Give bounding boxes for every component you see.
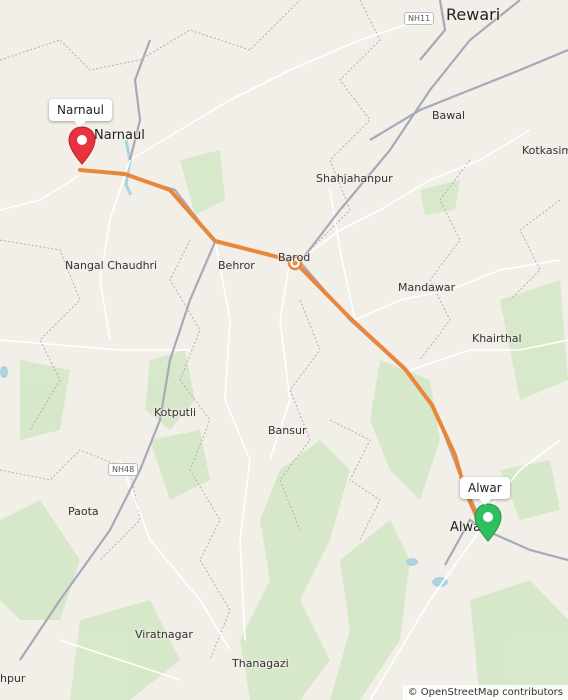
start-marker-callout: Narnaul xyxy=(49,99,112,127)
place-label-barod: Barod xyxy=(278,251,311,264)
end-marker-pin-icon[interactable] xyxy=(473,503,503,543)
map-attribution[interactable]: © OpenStreetMap contributors xyxy=(402,685,568,700)
highway-shield-nh48: NH48 xyxy=(108,463,139,476)
place-label-thanagazi: Thanagazi xyxy=(232,657,289,670)
place-label-behror: Behror xyxy=(218,259,255,272)
place-label-paota: Paota xyxy=(68,505,99,518)
highway-shield-nh11: NH11 xyxy=(404,12,435,25)
place-label-rewari: Rewari xyxy=(446,5,501,24)
place-label-kotkasim: Kotkasim xyxy=(522,144,568,157)
place-label-khairthal: Khairthal xyxy=(472,332,522,345)
start-marker-pin-icon[interactable] xyxy=(67,126,97,166)
place-label-mandawar: Mandawar xyxy=(398,281,456,294)
place-label-kotputli: Kotputli xyxy=(154,406,197,419)
place-label-bawal: Bawal xyxy=(432,109,466,122)
place-label-nangal-chaudhri: Nangal Chaudhri xyxy=(65,259,158,272)
map-canvas[interactable]: Rewari Narnaul Bawal Kotkasim Shahjahanp… xyxy=(0,0,568,700)
place-label-viratnagar: Viratnagar xyxy=(135,628,193,641)
end-marker-callout: Alwar xyxy=(460,477,510,505)
place-label-jaipur-partial: hpur xyxy=(0,672,26,685)
place-label-bansur: Bansur xyxy=(268,424,307,437)
place-label-narnaul: Narnaul xyxy=(94,128,145,143)
place-label-shahjahanpur: Shahjahanpur xyxy=(316,172,393,185)
